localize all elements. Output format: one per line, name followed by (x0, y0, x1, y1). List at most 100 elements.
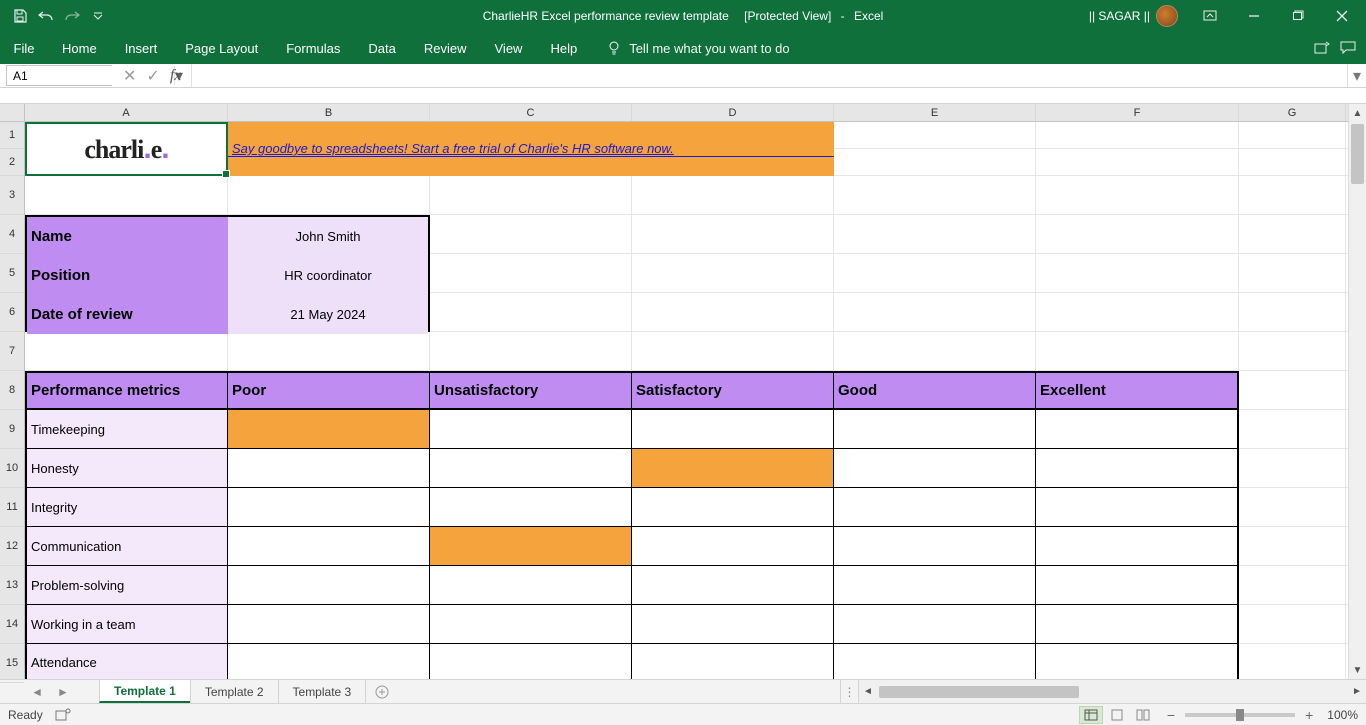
rating-cell[interactable] (228, 488, 430, 526)
promo-link[interactable]: Say goodbye to spreadsheets! Start a fre… (228, 141, 834, 157)
rating-cell[interactable] (228, 449, 430, 487)
rating-cell[interactable] (1036, 449, 1239, 487)
page-layout-view-icon[interactable] (1105, 706, 1129, 724)
scroll-right-icon[interactable]: ► (1348, 686, 1366, 697)
tell-me[interactable]: Tell me what you want to do (607, 32, 789, 64)
rating-cell[interactable] (430, 566, 632, 604)
rating-cell[interactable] (834, 410, 1036, 448)
row-header[interactable]: 12 (0, 527, 24, 566)
name-box[interactable]: ▾ (6, 65, 112, 86)
select-all-corner[interactable] (0, 104, 24, 122)
row-header[interactable]: 15 (0, 644, 24, 683)
tab-page-layout[interactable]: Page Layout (171, 32, 272, 64)
formula-input[interactable] (191, 64, 1348, 87)
column-header[interactable]: C (430, 104, 632, 121)
account-area[interactable]: || SAGAR || (1089, 5, 1178, 27)
rating-cell[interactable] (228, 566, 430, 604)
rating-cell[interactable] (1036, 410, 1239, 448)
zoom-level[interactable]: 100% (1327, 708, 1358, 722)
cancel-icon[interactable]: ✕ (123, 66, 136, 86)
info-value[interactable]: HR coordinator (228, 256, 428, 295)
new-sheet-button[interactable] (366, 680, 398, 703)
info-value[interactable]: 21 May 2024 (228, 295, 428, 334)
horizontal-scrollbar[interactable]: ◄ ► (858, 680, 1366, 703)
save-icon[interactable] (8, 4, 32, 28)
rating-cell[interactable] (1036, 566, 1239, 604)
column-header[interactable]: G (1239, 104, 1346, 121)
sheet-prev-icon[interactable]: ◄ (31, 685, 43, 699)
rating-cell[interactable] (430, 527, 632, 565)
expand-formula-bar-icon[interactable]: ▾ (1348, 64, 1366, 87)
macro-record-icon[interactable] (55, 708, 71, 722)
vertical-scrollbar[interactable]: ▲ ▼ (1348, 104, 1366, 679)
active-cell[interactable]: charli.e. (25, 122, 228, 176)
row-header[interactable]: 6 (0, 293, 24, 332)
tab-help[interactable]: Help (536, 32, 591, 64)
tab-formulas[interactable]: Formulas (272, 32, 354, 64)
rating-cell[interactable] (228, 410, 430, 448)
row-header[interactable]: 10 (0, 449, 24, 488)
rating-cell[interactable] (228, 644, 430, 679)
sheet-nav[interactable]: ◄ ► (0, 680, 100, 703)
scroll-down-icon[interactable]: ▼ (1349, 661, 1366, 679)
column-header[interactable]: A (25, 104, 228, 121)
sheet-next-icon[interactable]: ► (57, 685, 69, 699)
row-header[interactable]: 1 (0, 122, 24, 149)
enter-icon[interactable]: ✓ (146, 66, 159, 86)
row-header[interactable]: 8 (0, 371, 24, 410)
rating-cell[interactable] (430, 605, 632, 643)
rating-cell[interactable] (632, 410, 834, 448)
rating-cell[interactable] (430, 410, 632, 448)
rating-cell[interactable] (834, 644, 1036, 679)
tab-home[interactable]: Home (48, 32, 111, 64)
rating-cell[interactable] (834, 566, 1036, 604)
rating-cell[interactable] (632, 566, 834, 604)
row-header[interactable]: 4 (0, 215, 24, 254)
scrollbar-thumb[interactable] (1351, 124, 1364, 184)
rating-cell[interactable] (228, 527, 430, 565)
rating-cell[interactable] (1036, 605, 1239, 643)
normal-view-icon[interactable] (1079, 706, 1103, 724)
rating-cell[interactable] (632, 527, 834, 565)
comments-icon[interactable] (1340, 41, 1356, 55)
zoom-out-icon[interactable]: − (1167, 707, 1175, 723)
maximize-icon[interactable] (1278, 2, 1318, 30)
qat-customize-icon[interactable] (86, 4, 110, 28)
rating-cell[interactable] (1036, 644, 1239, 679)
column-header[interactable]: B (228, 104, 430, 121)
rating-cell[interactable] (632, 605, 834, 643)
rating-cell[interactable] (1036, 527, 1239, 565)
rating-cell[interactable] (430, 488, 632, 526)
rating-cell[interactable] (632, 449, 834, 487)
close-icon[interactable] (1322, 2, 1362, 30)
page-break-view-icon[interactable] (1131, 706, 1155, 724)
sheet-tab[interactable]: Template 1 (99, 680, 191, 703)
column-header[interactable]: D (632, 104, 834, 121)
scroll-left-icon[interactable]: ◄ (859, 686, 877, 697)
fx-icon[interactable]: fx (170, 67, 182, 85)
tab-split-handle[interactable]: ⋮ (840, 680, 858, 703)
zoom-in-icon[interactable]: + (1305, 707, 1313, 723)
redo-icon[interactable] (60, 4, 84, 28)
rating-cell[interactable] (834, 527, 1036, 565)
row-header[interactable]: 2 (0, 149, 24, 176)
rating-cell[interactable] (834, 605, 1036, 643)
scroll-up-icon[interactable]: ▲ (1349, 104, 1366, 122)
tab-review[interactable]: Review (410, 32, 481, 64)
row-header[interactable]: 13 (0, 566, 24, 605)
tab-insert[interactable]: Insert (111, 32, 172, 64)
undo-icon[interactable] (34, 4, 58, 28)
tab-view[interactable]: View (481, 32, 537, 64)
rating-cell[interactable] (228, 605, 430, 643)
row-header[interactable]: 7 (0, 332, 24, 371)
row-header[interactable]: 14 (0, 605, 24, 644)
rating-cell[interactable] (834, 449, 1036, 487)
spreadsheet-grid[interactable]: 123456789101112131415 ABCDEFG Say goodby… (0, 104, 1366, 679)
row-header[interactable]: 5 (0, 254, 24, 293)
row-header[interactable]: 9 (0, 410, 24, 449)
row-header[interactable]: 11 (0, 488, 24, 527)
rating-cell[interactable] (430, 644, 632, 679)
file-tab[interactable]: File (0, 32, 48, 64)
rating-cell[interactable] (632, 644, 834, 679)
share-icon[interactable] (1314, 41, 1330, 55)
